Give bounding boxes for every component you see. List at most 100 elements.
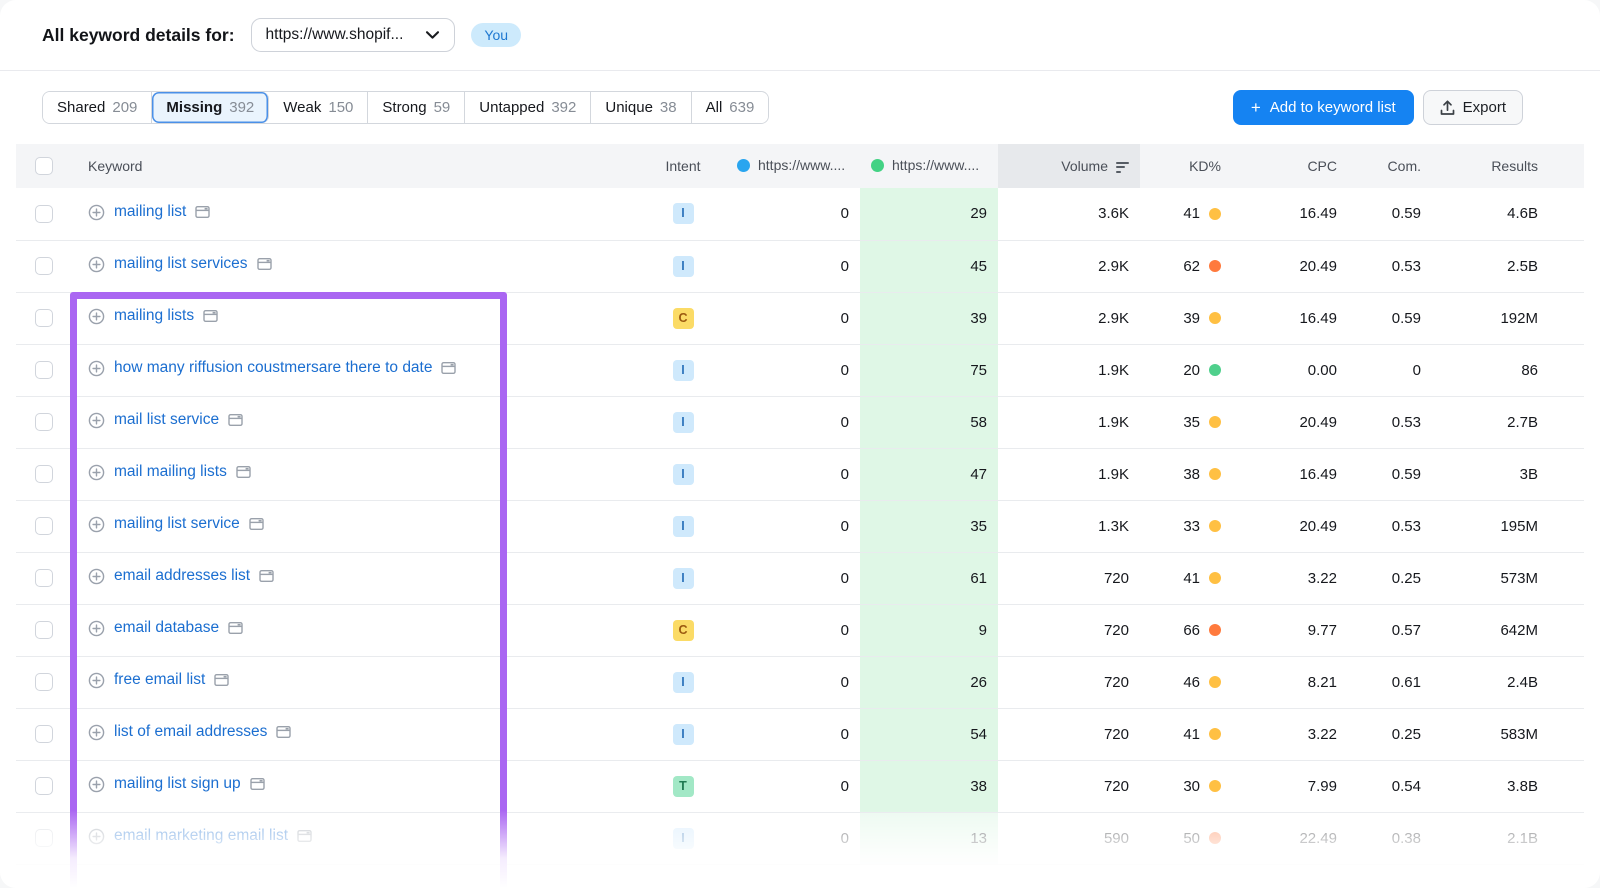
select-all-checkbox[interactable] (35, 157, 53, 175)
site2-value: 47 (860, 448, 998, 500)
tab-all[interactable]: All 639 (692, 92, 769, 123)
com-value: 0 (1348, 344, 1432, 396)
add-to-keyword-list-button[interactable]: + Add to keyword list (1233, 90, 1414, 125)
results-value: 573M (1432, 552, 1584, 604)
tab-label: Untapped (479, 99, 544, 116)
tab-count: 392 (229, 99, 254, 116)
com-value: 0.61 (1348, 656, 1432, 708)
column-header-intent[interactable]: Intent (640, 144, 726, 188)
row-checkbox[interactable] (35, 413, 53, 431)
keyword-link[interactable]: how many riffusion coustmersare there to… (114, 359, 432, 377)
row-checkbox[interactable] (35, 361, 53, 379)
volume-value: 720 (998, 552, 1140, 604)
row-checkbox[interactable] (35, 621, 53, 639)
serp-icon[interactable] (441, 361, 456, 375)
kd-value: 38 (1183, 466, 1200, 483)
column-header-results[interactable]: Results (1432, 144, 1584, 188)
serp-icon[interactable] (228, 621, 243, 635)
add-keyword-icon[interactable] (88, 776, 105, 793)
serp-icon[interactable] (203, 309, 218, 323)
keyword-link[interactable]: mailing list (114, 203, 186, 221)
column-header-keyword[interactable]: Keyword (72, 144, 640, 188)
row-checkbox[interactable] (35, 517, 53, 535)
row-checkbox[interactable] (35, 205, 53, 223)
serp-icon[interactable] (228, 413, 243, 427)
add-keyword-icon[interactable] (88, 672, 105, 689)
add-keyword-icon[interactable] (88, 204, 105, 221)
column-header-kd[interactable]: KD% (1140, 144, 1232, 188)
add-keyword-icon[interactable] (88, 568, 105, 585)
kd-dot (1209, 676, 1221, 688)
serp-icon[interactable] (214, 673, 229, 687)
keyword-link[interactable]: email marketing email list (114, 827, 288, 845)
keyword-link[interactable]: mailing lists (114, 307, 194, 325)
intent-badge: I (673, 412, 694, 433)
tab-shared[interactable]: Shared 209 (43, 92, 152, 123)
cpc-value: 20.49 (1232, 396, 1348, 448)
row-checkbox[interactable] (35, 569, 53, 587)
serp-icon[interactable] (236, 465, 251, 479)
results-value: 2.7B (1432, 396, 1584, 448)
add-keyword-icon[interactable] (88, 828, 105, 845)
row-checkbox[interactable] (35, 465, 53, 483)
tab-label: Shared (57, 99, 105, 116)
row-checkbox[interactable] (35, 777, 53, 795)
column-header-site2[interactable]: https://www.... (860, 144, 998, 188)
keyword-link[interactable]: email database (114, 619, 219, 637)
serp-icon[interactable] (259, 569, 274, 583)
row-checkbox[interactable] (35, 257, 53, 275)
serp-icon[interactable] (249, 517, 264, 531)
column-header-volume[interactable]: Volume (998, 144, 1140, 188)
tab-untapped[interactable]: Untapped 392 (465, 92, 591, 123)
site1-value: 0 (726, 552, 860, 604)
domain-dropdown[interactable]: https://www.shopif... (251, 18, 456, 52)
site2-value: 45 (860, 240, 998, 292)
keyword-link[interactable]: mailing list services (114, 255, 248, 273)
tab-strong[interactable]: Strong 59 (368, 92, 465, 123)
add-keyword-icon[interactable] (88, 412, 105, 429)
results-value: 192M (1432, 292, 1584, 344)
kd-dot (1209, 312, 1221, 324)
site1-value: 0 (726, 708, 860, 760)
tab-missing[interactable]: Missing 392 (152, 92, 269, 123)
column-header-com[interactable]: Com. (1348, 144, 1432, 188)
keyword-link[interactable]: mailing list sign up (114, 775, 241, 793)
row-checkbox[interactable] (35, 725, 53, 743)
tab-count: 209 (112, 99, 137, 116)
tab-unique[interactable]: Unique 38 (591, 92, 691, 123)
add-keyword-icon[interactable] (88, 516, 105, 533)
serp-icon[interactable] (257, 257, 272, 271)
keyword-link[interactable]: email addresses list (114, 567, 250, 585)
column-header-site1[interactable]: https://www.... (726, 144, 860, 188)
tab-weak[interactable]: Weak 150 (269, 92, 368, 123)
add-keyword-icon[interactable] (88, 308, 105, 325)
add-keyword-icon[interactable] (88, 620, 105, 637)
add-keyword-icon[interactable] (88, 256, 105, 273)
keyword-link[interactable]: free email list (114, 671, 205, 689)
add-keyword-icon[interactable] (88, 464, 105, 481)
column-header-cpc[interactable]: CPC (1232, 144, 1348, 188)
kd-dot (1209, 572, 1221, 584)
add-keyword-icon[interactable] (88, 360, 105, 377)
export-button[interactable]: Export (1423, 90, 1523, 125)
row-checkbox[interactable] (35, 829, 53, 847)
com-value: 0.53 (1348, 500, 1432, 552)
add-keyword-icon[interactable] (88, 724, 105, 741)
serp-icon[interactable] (276, 725, 291, 739)
serp-icon[interactable] (297, 829, 312, 843)
cpc-value: 20.49 (1232, 240, 1348, 292)
filter-tabs: Shared 209 Missing 392 Weak 150 Strong 5… (42, 91, 769, 124)
row-checkbox[interactable] (35, 309, 53, 327)
kd-value: 30 (1183, 778, 1200, 795)
site1-value: 0 (726, 760, 860, 812)
keyword-link[interactable]: mail list service (114, 411, 219, 429)
serp-icon[interactable] (250, 777, 265, 791)
site1-value: 0 (726, 448, 860, 500)
add-to-keyword-list-label: Add to keyword list (1270, 99, 1396, 116)
keyword-link[interactable]: mail mailing lists (114, 463, 227, 481)
kd-dot (1209, 416, 1221, 428)
row-checkbox[interactable] (35, 673, 53, 691)
keyword-link[interactable]: list of email addresses (114, 723, 267, 741)
keyword-link[interactable]: mailing list service (114, 515, 240, 533)
serp-icon[interactable] (195, 205, 210, 219)
